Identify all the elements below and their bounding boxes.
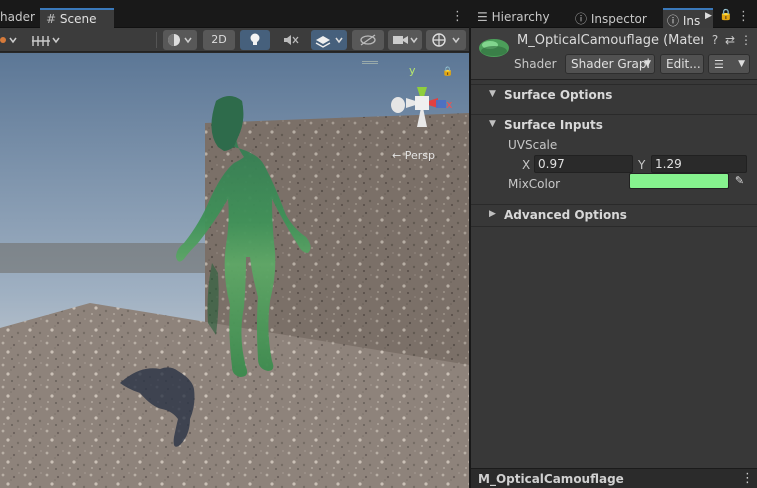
tab-scene[interactable]: # Scene: [40, 8, 114, 28]
uvscale-y-field[interactable]: 1.29: [651, 155, 747, 173]
scene-viewport[interactable]: y x ← Persp 🔒: [0, 53, 469, 488]
list-icon: ☰: [714, 58, 724, 71]
tab-scroll-right-icon[interactable]: ▶: [705, 11, 712, 21]
material-options-dropdown[interactable]: ☰ ▼: [708, 54, 750, 74]
chevron-down-icon: ▼: [738, 59, 745, 69]
tab-scene-label: Scene: [59, 12, 97, 26]
layers-icon: [315, 36, 343, 48]
draw-mode-dropdown[interactable]: [0, 30, 22, 50]
gizmos-dropdown[interactable]: [426, 30, 466, 50]
gizmo-handle[interactable]: [362, 61, 378, 64]
mixcolor-label: MixColor: [508, 177, 561, 191]
more-options-icon[interactable]: ⋮: [451, 10, 464, 24]
info-icon: ⓘ: [575, 12, 588, 26]
gizmo-y-label: y: [409, 64, 416, 77]
orientation-gizmo[interactable]: y x ← Persp 🔒: [382, 63, 466, 163]
axis-gizmo-icon: [391, 87, 446, 127]
view-2d-label: 2D: [211, 33, 227, 46]
mixcolor-swatch[interactable]: [629, 173, 729, 189]
hidden-eye-icon: [360, 34, 376, 46]
shader-label: Shader: [514, 57, 557, 71]
shading-mode-dropdown[interactable]: [163, 30, 197, 50]
section-advanced-options[interactable]: ▶ Advanced Options: [471, 204, 757, 226]
uvscale-y-label[interactable]: Y: [638, 158, 645, 172]
scene-tabbar: hader # Scene ⋮: [0, 0, 469, 28]
scene-toolbar: 2D: [0, 28, 469, 52]
material-header: M_OpticalCamouflage (Materi ? ⇄ ⋮ Shader…: [471, 28, 757, 80]
gizmo-globe-icon: [432, 33, 460, 47]
tab-third-label: Ins: [682, 14, 701, 28]
view-2d-button[interactable]: 2D: [203, 30, 235, 50]
tab-shader[interactable]: hader: [0, 8, 38, 28]
chevron-down-icon: ▼: [644, 59, 651, 69]
mute-icon: [284, 35, 299, 45]
asset-footer: M_OpticalCamouflage ⋮: [471, 468, 757, 488]
toolbar-divider: [156, 32, 157, 48]
camera-icon: [393, 36, 418, 44]
section-surface-inputs[interactable]: ▼ Surface Inputs: [471, 114, 757, 136]
tab-inspector[interactable]: ⓘ Inspector: [569, 8, 661, 28]
collapse-arrow-icon: ▶: [489, 209, 496, 219]
lightbulb-icon: [250, 33, 260, 45]
expand-arrow-icon: ▼: [489, 119, 496, 129]
lock-icon[interactable]: 🔒: [442, 67, 453, 77]
shader-dropdown[interactable]: Shader Grapl ▼: [565, 54, 655, 74]
scene-visibility-toggle[interactable]: [352, 30, 384, 50]
more-options-icon[interactable]: ⋮: [739, 33, 753, 47]
expand-arrow-icon: ▼: [489, 89, 496, 99]
surface-options-title: Surface Options: [504, 88, 613, 102]
audio-toggle[interactable]: [276, 30, 304, 50]
material-title: M_OpticalCamouflage (Materi: [517, 33, 703, 48]
info-icon: ⓘ: [667, 14, 680, 28]
uvscale-label: UVScale: [508, 138, 558, 152]
inspector-panel: ☰ Hierarchy ⓘ Inspector ⓘ Ins ▶ 🔒 ⋮ M_Op…: [471, 0, 757, 488]
tab-shader-label: hader: [0, 10, 35, 24]
camera-dropdown[interactable]: [388, 30, 422, 50]
more-options-icon[interactable]: ⋮: [737, 10, 750, 24]
help-icon[interactable]: ?: [708, 33, 722, 47]
eyedropper-icon[interactable]: ✎: [732, 173, 747, 189]
advanced-options-title: Advanced Options: [504, 208, 627, 222]
tab-hierarchy[interactable]: ☰ Hierarchy: [471, 8, 567, 28]
tab-hierarchy-label: Hierarchy: [491, 10, 550, 24]
gizmo-projection-label[interactable]: ← Persp: [392, 149, 435, 162]
grid-snap-icon: [32, 36, 60, 46]
material-preview-icon: [479, 39, 509, 57]
preset-icon[interactable]: ⇄: [723, 33, 737, 47]
section-surface-options[interactable]: ▼ Surface Options: [471, 84, 757, 106]
tab-inspector-label: Inspector: [590, 12, 647, 26]
panel-splitter[interactable]: [469, 0, 471, 488]
lighting-toggle[interactable]: [240, 30, 270, 50]
shader-dropdown-value: Shader Grapl: [571, 57, 650, 71]
hierarchy-icon: ☰: [477, 10, 488, 24]
scene-panel: hader # Scene ⋮ 2D y x ← Persp 🔒: [0, 0, 469, 488]
section-divider: [471, 226, 757, 227]
uvscale-x-label[interactable]: X: [522, 158, 530, 172]
edit-shader-label: Edit...: [666, 57, 701, 71]
shading-sphere-icon: [168, 34, 192, 46]
draw-mode-icon: [0, 37, 17, 44]
grid-icon: #: [46, 12, 57, 26]
more-options-icon[interactable]: ⋮: [741, 471, 754, 486]
effects-dropdown[interactable]: [311, 30, 347, 50]
footer-asset-name: M_OpticalCamouflage: [478, 472, 624, 486]
gizmo-x-label: x: [446, 98, 453, 111]
uvscale-x-field[interactable]: 0.97: [534, 155, 633, 173]
edit-shader-button[interactable]: Edit...: [660, 54, 704, 74]
lock-icon[interactable]: 🔒: [719, 8, 733, 21]
surface-inputs-title: Surface Inputs: [504, 118, 603, 132]
inspector-tabbar: ☰ Hierarchy ⓘ Inspector ⓘ Ins ▶ 🔒 ⋮: [471, 0, 757, 28]
grid-snapping-dropdown[interactable]: [30, 30, 64, 50]
